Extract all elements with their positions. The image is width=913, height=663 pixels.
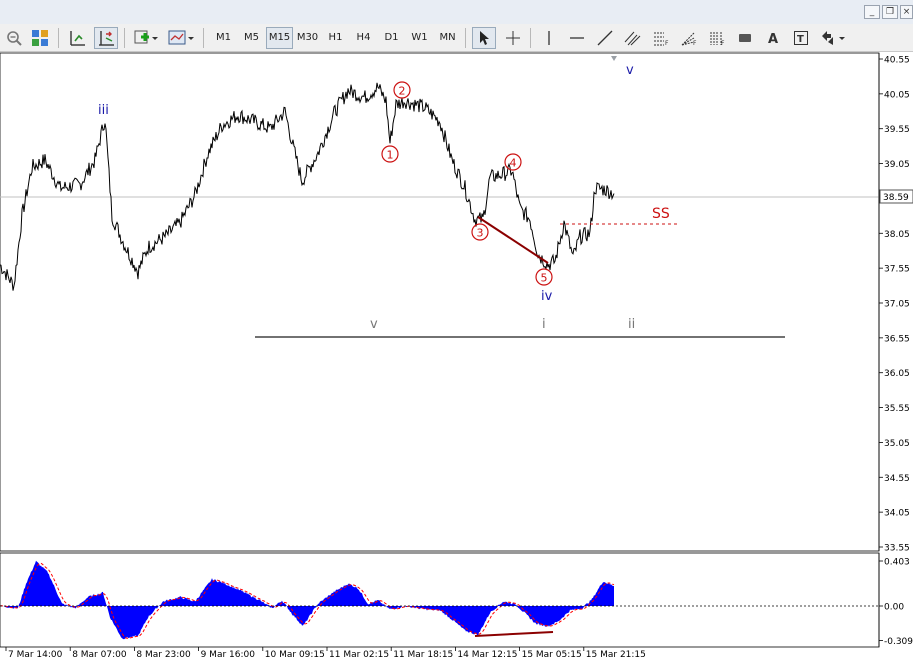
vertical-line-icon[interactable] <box>538 27 560 49</box>
channel-icon[interactable] <box>622 27 644 49</box>
rectangle-icon[interactable] <box>734 27 756 49</box>
main-chart-area <box>0 52 880 552</box>
osc-tick-label: 0.403 <box>884 558 910 568</box>
price-tick-label: 37.55 <box>884 265 910 275</box>
time-tick-label: 15 Mar 05:15 <box>522 650 582 660</box>
chart-toolbar: M1 M5 M15 M30 H1 H4 D1 W1 MN F F F A T <box>0 24 913 52</box>
svg-text:F: F <box>665 40 669 46</box>
svg-text:4: 4 <box>510 157 517 170</box>
price-axis: 40.55 40.05 39.55 39.05 38.05 37.55 37.05 36.55… <box>878 53 910 554</box>
restore-icon[interactable]: ❐ <box>882 5 898 19</box>
price-tick-label: 36.55 <box>884 334 910 344</box>
timeframe-m30[interactable]: M30 <box>294 27 321 49</box>
arrows-icon[interactable] <box>818 27 848 49</box>
osc-tick-label: -0.309 <box>884 637 913 647</box>
timeframe-w1[interactable]: W1 <box>406 27 433 49</box>
timeframe-h4[interactable]: H4 <box>350 27 377 49</box>
time-tick-label: 15 Mar 21:15 <box>586 650 646 660</box>
crosshair-icon[interactable] <box>502 27 524 49</box>
time-tick-label: 14 Mar 12:15 <box>457 650 517 660</box>
timeframe-m15[interactable]: M15 <box>266 27 293 49</box>
wave-label-v-blue: v <box>626 63 634 78</box>
horizontal-line-icon[interactable] <box>566 27 588 49</box>
time-tick-label: 11 Mar 18:15 <box>393 650 453 660</box>
timeframe-h1[interactable]: H1 <box>322 27 349 49</box>
svg-text:3: 3 <box>477 227 484 240</box>
wave-label-iii: iii <box>98 103 109 118</box>
svg-text:A: A <box>768 32 778 46</box>
svg-text:F: F <box>693 40 697 46</box>
minimize-icon[interactable]: _ <box>864 5 880 19</box>
svg-text:T: T <box>797 34 804 45</box>
osc-tick-label: 0.00 <box>884 603 904 613</box>
svg-text:2: 2 <box>399 85 406 98</box>
price-tick-label: 39.55 <box>884 125 910 135</box>
window-titlebar: _ ❐ × <box>0 0 913 25</box>
price-tick-label: 37.05 <box>884 300 910 310</box>
fibo-timezones-icon[interactable]: F <box>706 27 728 49</box>
fibo-retracement-icon[interactable]: F <box>650 27 672 49</box>
ss-label: SS <box>652 206 670 222</box>
price-chart[interactable]: 40.55 40.05 39.55 39.05 38.05 37.55 37.05 36.55… <box>0 52 913 663</box>
svg-text:1: 1 <box>387 149 394 162</box>
fibo-fan-icon[interactable]: F <box>678 27 700 49</box>
time-tick-label: 10 Mar 09:15 <box>265 650 325 660</box>
chart-shift-icon[interactable] <box>94 27 118 49</box>
price-tick-label: 33.55 <box>884 544 910 554</box>
timeframe-mn[interactable]: MN <box>434 27 461 49</box>
price-tick-label: 35.55 <box>884 404 910 414</box>
price-tick-label: 34.05 <box>884 509 910 519</box>
wave-label-i: i <box>542 317 546 332</box>
price-tick-label: 36.05 <box>884 369 910 379</box>
wave-label-iv: iv <box>541 289 553 304</box>
zoom-out-icon[interactable] <box>4 27 24 49</box>
timeframe-d1[interactable]: D1 <box>378 27 405 49</box>
price-tick-label: 35.05 <box>884 439 910 449</box>
close-icon[interactable]: × <box>900 5 913 19</box>
text-label-icon[interactable]: T <box>790 27 812 49</box>
indicators-icon[interactable] <box>132 27 160 49</box>
price-tick-label: 34.55 <box>884 474 910 484</box>
templates-icon[interactable] <box>166 27 196 49</box>
trendline-icon[interactable] <box>594 27 616 49</box>
time-tick-label: 8 Mar 07:00 <box>72 650 127 660</box>
wave-label-ii: ii <box>628 317 635 332</box>
timeframe-m1[interactable]: M1 <box>210 27 237 49</box>
auto-scroll-icon[interactable] <box>66 27 88 49</box>
svg-text:F: F <box>721 40 725 46</box>
svg-text:5: 5 <box>541 272 548 285</box>
wave-label-v-grey: v <box>370 317 378 332</box>
price-tick-label: 40.05 <box>884 90 910 100</box>
time-tick-label: 9 Mar 16:00 <box>201 650 256 660</box>
time-tick-label: 11 Mar 02:15 <box>329 650 389 660</box>
timeframe-m5[interactable]: M5 <box>238 27 265 49</box>
tile-windows-icon[interactable] <box>30 27 50 49</box>
price-tick-label: 38.05 <box>884 230 910 240</box>
price-tick-label: 39.05 <box>884 160 910 170</box>
text-icon[interactable]: A <box>762 27 784 49</box>
cursor-icon[interactable] <box>472 27 496 49</box>
time-tick-label: 8 Mar 23:00 <box>136 650 191 660</box>
time-tick-label: 7 Mar 14:00 <box>8 650 63 660</box>
price-tick-label: 40.55 <box>884 56 910 66</box>
current-price-label: 38.59 <box>883 193 909 203</box>
